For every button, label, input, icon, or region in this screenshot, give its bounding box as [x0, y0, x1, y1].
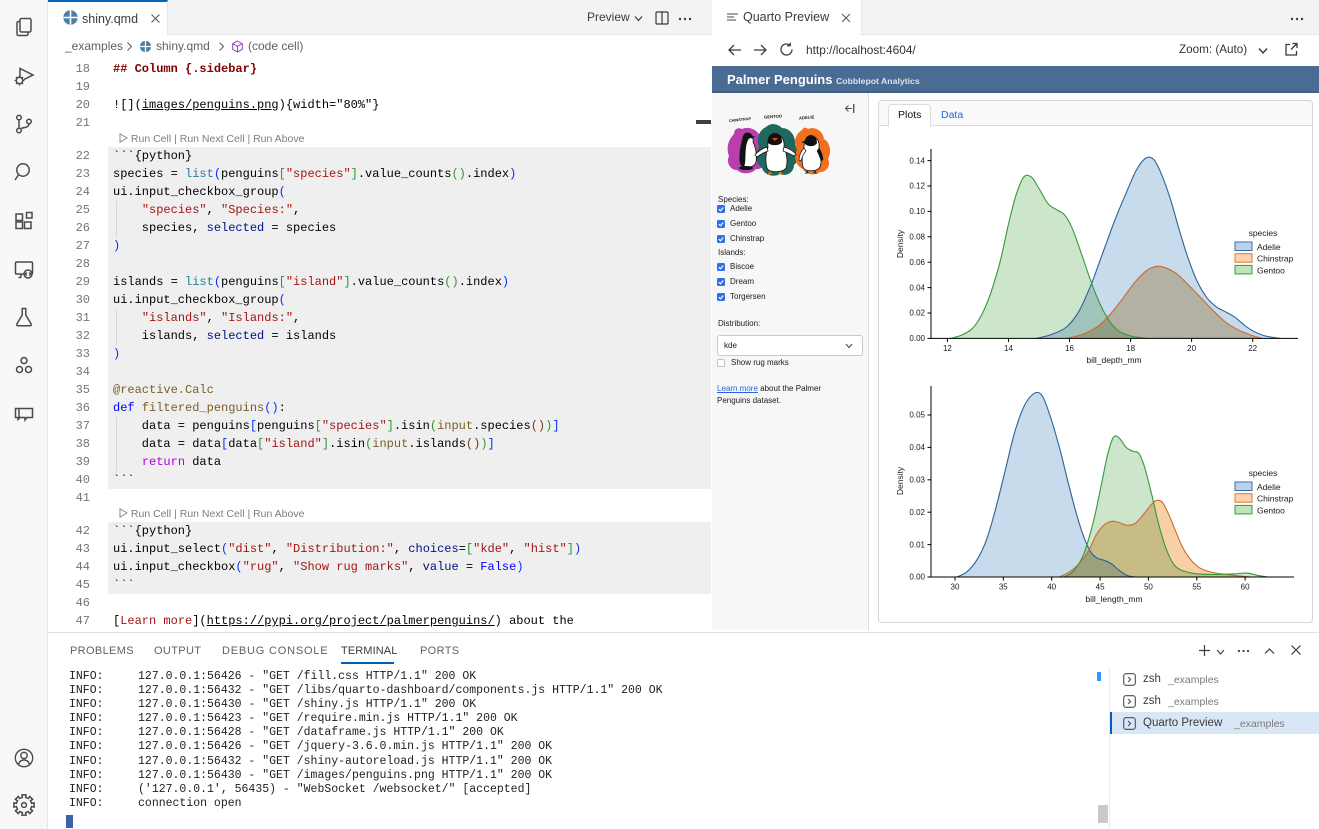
svg-text:bill_length_mm: bill_length_mm	[1085, 594, 1142, 604]
svg-text:55: 55	[1192, 583, 1201, 592]
svg-text:0.08: 0.08	[909, 233, 925, 242]
svg-text:0.03: 0.03	[909, 476, 925, 485]
svg-text:Chinstrap: Chinstrap	[1257, 254, 1294, 264]
svg-text:50: 50	[1144, 583, 1153, 592]
svg-text:bill_depth_mm: bill_depth_mm	[1086, 355, 1141, 365]
svg-text:0.05: 0.05	[909, 411, 925, 420]
svg-text:species: species	[1249, 468, 1278, 478]
svg-text:Chinstrap: Chinstrap	[1257, 494, 1294, 504]
svg-text:0.00: 0.00	[909, 334, 925, 343]
svg-text:20: 20	[1187, 344, 1196, 353]
svg-text:0.12: 0.12	[909, 182, 925, 191]
svg-text:Adelie: Adelie	[1257, 482, 1281, 492]
svg-text:22: 22	[1248, 344, 1257, 353]
svg-text:45: 45	[1096, 583, 1105, 592]
svg-text:Adelie: Adelie	[1257, 242, 1281, 252]
svg-text:species: species	[1249, 228, 1278, 238]
svg-text:60: 60	[1241, 583, 1250, 592]
svg-text:Density: Density	[895, 229, 905, 258]
svg-text:0.04: 0.04	[909, 443, 925, 452]
svg-text:12: 12	[943, 344, 952, 353]
svg-text:16: 16	[1065, 344, 1074, 353]
svg-text:30: 30	[951, 583, 960, 592]
svg-text:0.02: 0.02	[909, 309, 925, 318]
svg-text:18: 18	[1126, 344, 1135, 353]
svg-text:0.14: 0.14	[909, 156, 925, 165]
svg-text:Density: Density	[895, 466, 905, 495]
svg-text:14: 14	[1004, 344, 1013, 353]
svg-text:0.06: 0.06	[909, 258, 925, 267]
svg-text:0.01: 0.01	[909, 540, 925, 549]
svg-text:Gentoo: Gentoo	[1257, 505, 1285, 515]
svg-text:0.02: 0.02	[909, 508, 925, 517]
svg-text:0.10: 0.10	[909, 207, 925, 216]
svg-text:0.04: 0.04	[909, 283, 925, 292]
svg-text:Gentoo: Gentoo	[1257, 265, 1285, 275]
svg-text:0.00: 0.00	[909, 573, 925, 582]
svg-text:40: 40	[1047, 583, 1056, 592]
svg-text:35: 35	[999, 583, 1008, 592]
